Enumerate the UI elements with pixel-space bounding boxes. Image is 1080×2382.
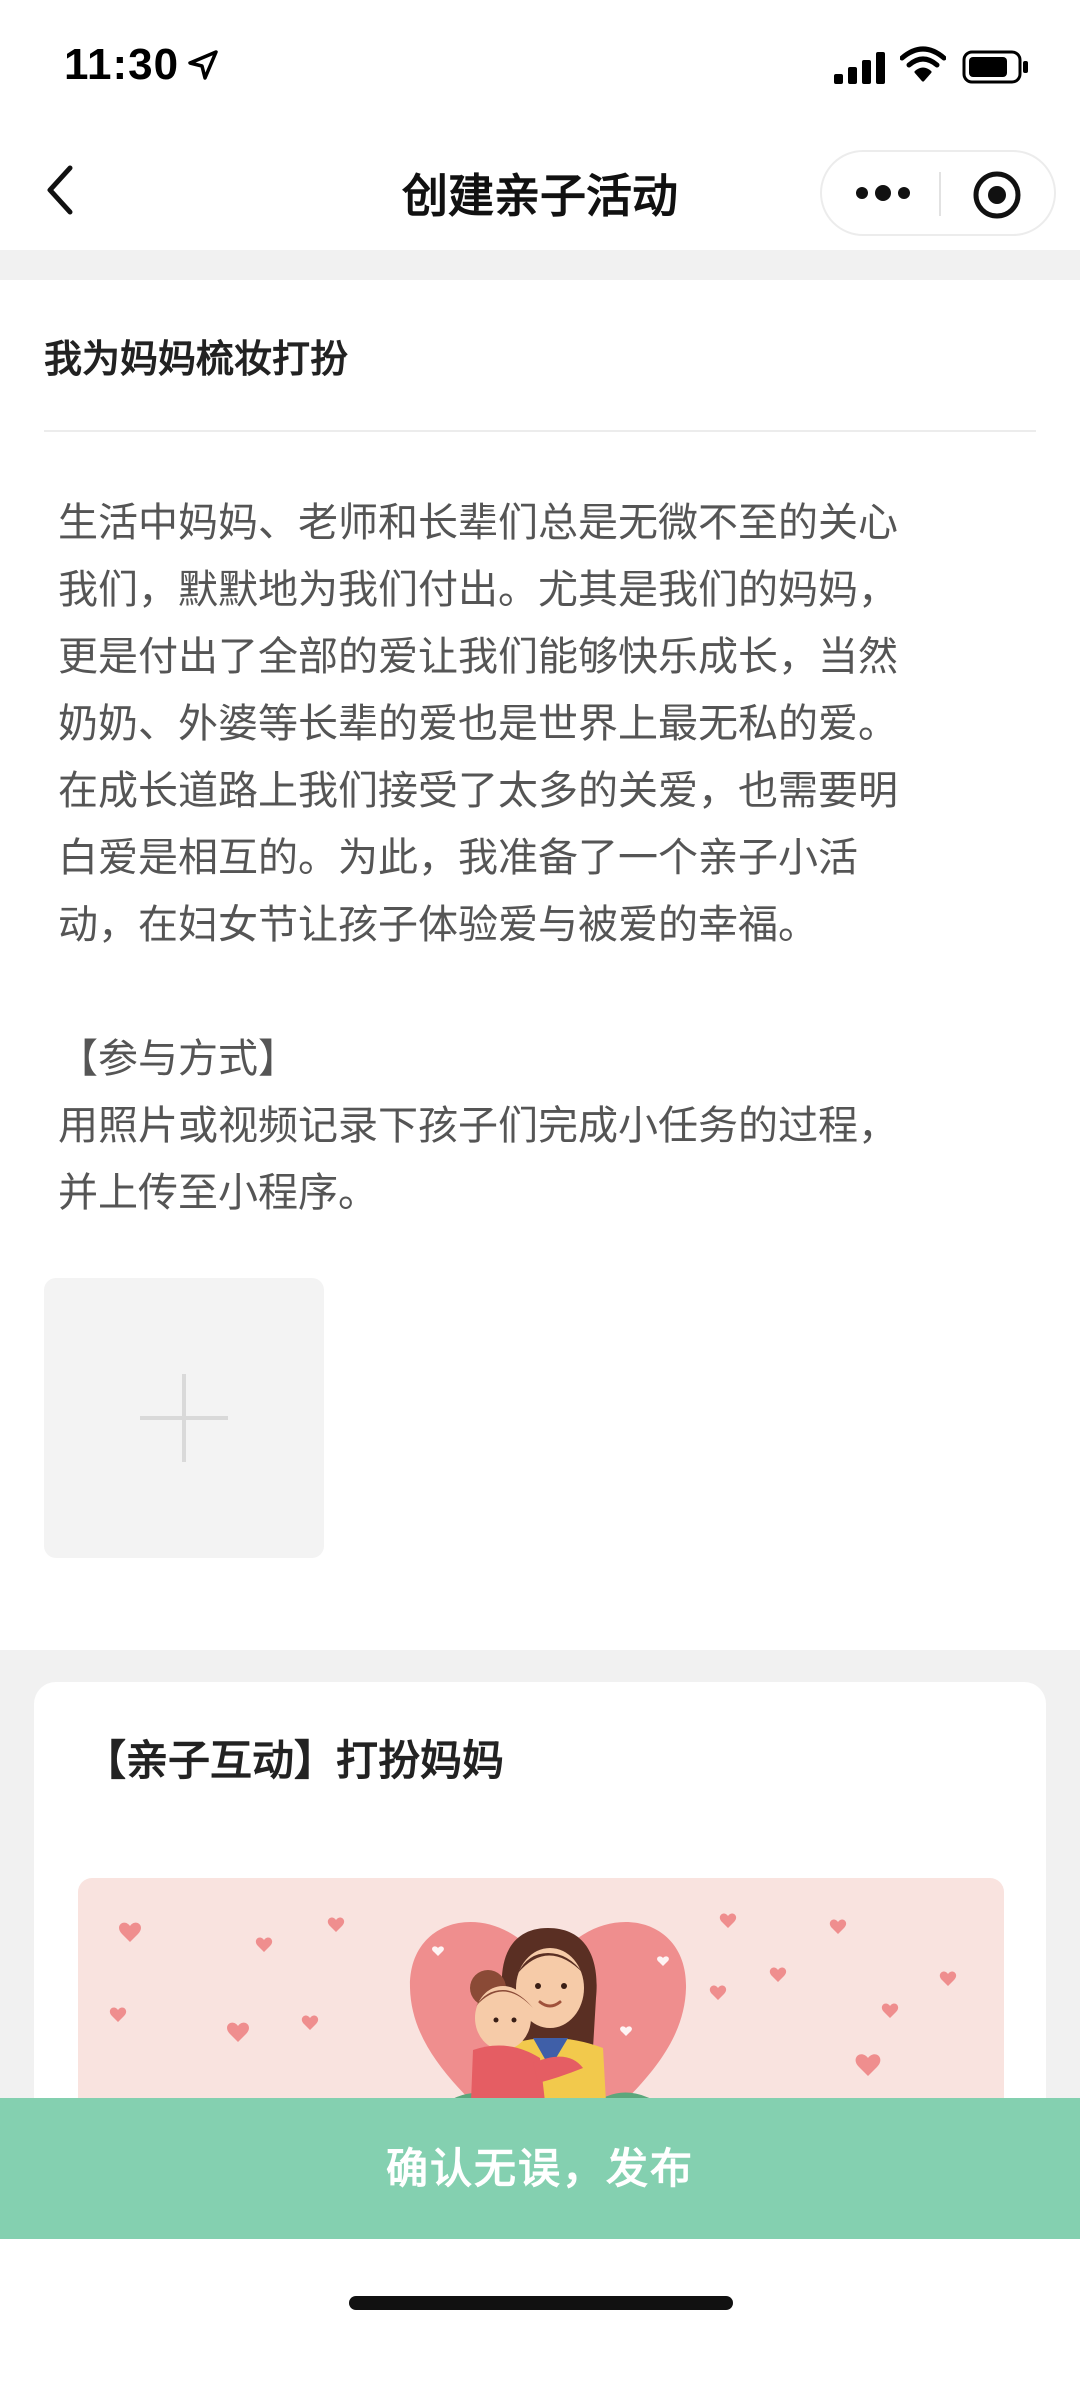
more-icon[interactable] <box>852 170 914 216</box>
plus-icon <box>140 1374 228 1462</box>
location-arrow-icon <box>188 50 218 80</box>
capsule-menu <box>820 150 1056 236</box>
battery-icon <box>962 50 1028 84</box>
section-divider <box>0 250 1080 280</box>
status-time: 11:30 <box>64 40 180 89</box>
activity-card: 我为妈妈梳妆打扮 生活中妈妈、老师和长辈们总是无微不至的关心 我们，默默地为我们… <box>0 280 1080 1650</box>
home-area <box>0 2239 1080 2337</box>
home-indicator[interactable] <box>349 2296 733 2310</box>
title-divider <box>44 430 1036 432</box>
capsule-divider <box>939 172 941 216</box>
status-bar: 11:30 <box>0 0 1080 130</box>
nav-bar: 创建亲子活动 <box>0 130 1080 250</box>
activity-description: 生活中妈妈、老师和长辈们总是无微不至的关心 我们，默默地为我们付出。尤其是我们的… <box>58 500 898 1216</box>
task-title: 【亲子互动】打扮妈妈 <box>84 1736 505 1785</box>
signal-icon <box>834 52 885 84</box>
wifi-icon <box>900 46 946 82</box>
target-icon[interactable] <box>972 170 1022 220</box>
upload-media-button[interactable] <box>44 1278 324 1558</box>
publish-button[interactable]: 确认无误，发布 <box>0 2098 1080 2239</box>
activity-title: 我为妈妈梳妆打扮 <box>44 337 349 381</box>
